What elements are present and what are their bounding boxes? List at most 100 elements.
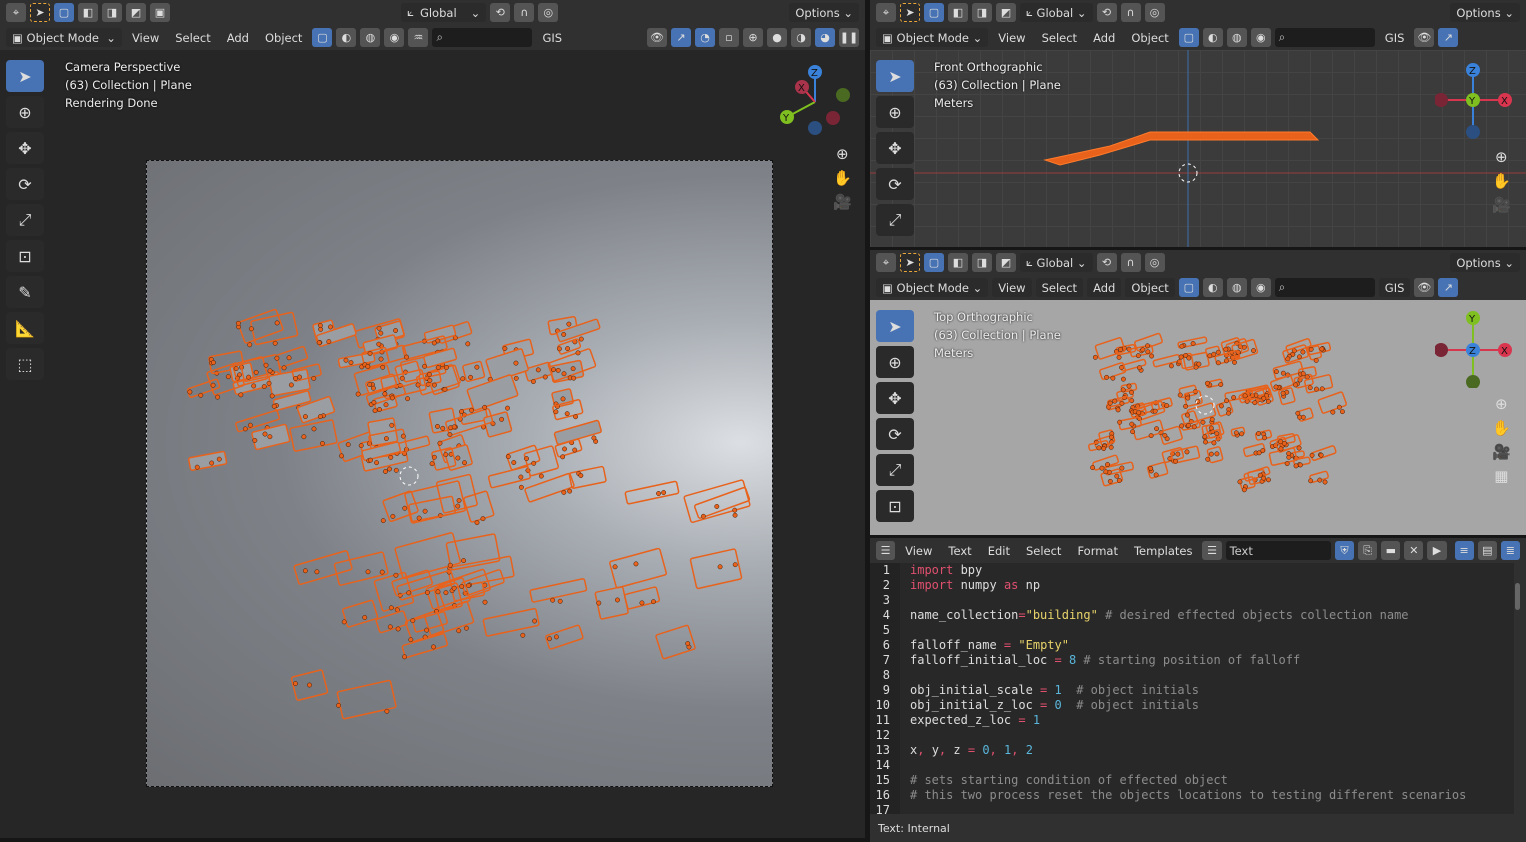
object-mode-icon[interactable]: ▢ bbox=[312, 28, 333, 47]
proportional-edit-icon[interactable]: ◎ bbox=[538, 3, 559, 22]
code-line[interactable]: 15 # sets starting condition of effected … bbox=[870, 773, 1514, 788]
select-mode-intersect-icon[interactable]: ▣ bbox=[150, 3, 170, 22]
sculpt-icon[interactable]: ◐ bbox=[1202, 28, 1223, 47]
code-editor[interactable]: 1 import bpy 2 import numpy as np 3 4 name_col… bbox=[870, 563, 1514, 824]
transform-orientation-dropdown[interactable]: ⟀ Global ⌄ bbox=[1020, 253, 1093, 272]
annotate-tool[interactable]: ✎ bbox=[6, 276, 44, 308]
search-input[interactable]: ⌕ bbox=[432, 28, 533, 47]
measure-tool[interactable]: 📐 bbox=[6, 312, 44, 344]
gis-menu[interactable]: GIS bbox=[1379, 28, 1411, 47]
run-script-icon[interactable]: ▶ bbox=[1427, 541, 1447, 560]
code-line[interactable]: 5 bbox=[870, 623, 1514, 638]
move-tool[interactable]: ✥ bbox=[876, 132, 914, 164]
text-browse-icon[interactable]: ☰ bbox=[1202, 541, 1222, 560]
menu-object[interactable]: Object bbox=[259, 28, 308, 47]
add-cube-tool[interactable]: ⬚ bbox=[6, 348, 44, 380]
text-name-field[interactable]: Text bbox=[1225, 541, 1331, 560]
move-tool[interactable]: ✥ bbox=[6, 132, 44, 164]
code-line[interactable]: 11 expected_z_loc = 1 bbox=[870, 713, 1514, 728]
rotate-tool[interactable]: ⟳ bbox=[876, 168, 914, 200]
select-mode-subtract-icon[interactable]: ◨ bbox=[102, 3, 122, 22]
camera-icon[interactable]: 🎥 bbox=[1492, 443, 1511, 461]
line-numbers-icon[interactable]: ≡ bbox=[1454, 541, 1474, 560]
mode-dropdown[interactable]: ▣ Object Mode ⌄ bbox=[876, 278, 989, 297]
menu-view[interactable]: View bbox=[899, 541, 938, 560]
code-line[interactable]: 2 import numpy as np bbox=[870, 578, 1514, 593]
options-button[interactable]: Options ⌄ bbox=[1450, 253, 1520, 272]
menu-view[interactable]: View bbox=[992, 278, 1032, 297]
xray-icon[interactable]: ▫ bbox=[719, 28, 739, 47]
sculpt-icon[interactable]: ◐ bbox=[336, 28, 357, 47]
gizmo-icon[interactable]: ↗ bbox=[1438, 28, 1459, 47]
word-wrap-icon[interactable]: ▤ bbox=[1477, 541, 1497, 560]
navigation-gizmo[interactable]: Y X Z bbox=[1435, 308, 1515, 388]
menu-format[interactable]: Format bbox=[1071, 541, 1124, 560]
select-mode-new-icon[interactable]: ▢ bbox=[54, 3, 74, 22]
globe-icon[interactable]: ◉ bbox=[384, 28, 405, 47]
mode-dropdown[interactable]: ▣ Object Mode ⌄ bbox=[876, 28, 989, 47]
scale-tool[interactable]: ⤢ bbox=[6, 204, 44, 236]
code-line[interactable]: 13 x, y, z = 0, 1, 2 bbox=[870, 743, 1514, 758]
proportional-edit-icon[interactable]: ◎ bbox=[1144, 253, 1165, 272]
material-shading-icon[interactable]: ◑ bbox=[791, 28, 811, 47]
pivot-icon[interactable]: ⟲ bbox=[1096, 253, 1117, 272]
transform-orientation-dropdown[interactable]: ⟀ Global ⌄ bbox=[401, 3, 487, 22]
navigation-gizmo[interactable]: Z X Y bbox=[775, 62, 855, 137]
open-folder-icon[interactable]: ▬ bbox=[1381, 541, 1401, 560]
select-tool-icon[interactable]: ➤ bbox=[30, 3, 50, 22]
camera-viewport[interactable]: Camera Perspective (63) Collection | Pla… bbox=[0, 50, 865, 838]
menu-view[interactable]: View bbox=[126, 28, 165, 47]
menu-templates[interactable]: Templates bbox=[1128, 541, 1198, 560]
select-tool-icon[interactable]: ➤ bbox=[900, 3, 920, 22]
mode-dropdown[interactable]: ▣ Object Mode ⌄ bbox=[6, 28, 122, 47]
options-button[interactable]: Options ⌄ bbox=[789, 3, 860, 22]
menu-object[interactable]: Object bbox=[1125, 28, 1174, 47]
search-input[interactable]: ⌕ bbox=[1274, 278, 1375, 297]
camera-icon[interactable]: 🎥 bbox=[1492, 196, 1511, 214]
select-mode-subtract-icon[interactable]: ◨ bbox=[972, 3, 992, 22]
scale-tool[interactable]: ⤢ bbox=[876, 204, 914, 236]
front-viewport[interactable]: Front Orthographic (63) Collection | Plan… bbox=[870, 50, 1526, 247]
select-mode-subtract-icon[interactable]: ◨ bbox=[972, 253, 992, 272]
sculpt-icon[interactable]: ◐ bbox=[1202, 278, 1223, 297]
editor-type-icon[interactable]: ☰ bbox=[876, 541, 896, 560]
code-line[interactable]: 12 bbox=[870, 728, 1514, 743]
select-box-tool[interactable]: ➤ bbox=[876, 60, 914, 92]
menu-select[interactable]: Select bbox=[169, 28, 216, 47]
paint-icon[interactable]: ◍ bbox=[1226, 28, 1247, 47]
code-line[interactable]: 3 bbox=[870, 593, 1514, 608]
overlay-icon[interactable]: ◔ bbox=[695, 28, 715, 47]
editor-type-icon[interactable]: ⌖ bbox=[876, 253, 896, 272]
select-mode-new-icon[interactable]: ▢ bbox=[924, 253, 944, 272]
select-mode-invert-icon[interactable]: ◩ bbox=[126, 3, 146, 22]
code-line[interactable]: 10 obj_initial_z_loc = 0 # object initial… bbox=[870, 698, 1514, 713]
select-mode-new-icon[interactable]: ▢ bbox=[924, 3, 944, 22]
editor-type-icon[interactable]: ⌖ bbox=[6, 3, 26, 22]
snap-icon[interactable]: ∩ bbox=[1120, 3, 1141, 22]
code-line[interactable]: 6 falloff_name = "Empty" bbox=[870, 638, 1514, 653]
top-viewport[interactable]: Top Orthographic (63) Collection | Plane M… bbox=[870, 300, 1526, 535]
object-mode-icon[interactable]: ▢ bbox=[1178, 278, 1199, 297]
rendered-shading-icon[interactable]: ◕ bbox=[815, 28, 835, 47]
navigation-gizmo[interactable]: Z X Y bbox=[1435, 60, 1515, 140]
cursor-tool[interactable]: ⊕ bbox=[876, 346, 914, 378]
menu-add[interactable]: Add bbox=[1087, 278, 1122, 297]
move-tool[interactable]: ✥ bbox=[876, 382, 914, 414]
code-line[interactable]: 8 bbox=[870, 668, 1514, 683]
visibility-icon[interactable]: 👁 bbox=[647, 28, 667, 47]
gis-menu[interactable]: GIS bbox=[1378, 278, 1411, 297]
select-mode-invert-icon[interactable]: ◩ bbox=[996, 253, 1016, 272]
camera-icon[interactable]: 🎥 bbox=[833, 193, 852, 211]
solid-shading-icon[interactable]: ● bbox=[767, 28, 787, 47]
pivot-icon[interactable]: ⟲ bbox=[1096, 3, 1117, 22]
menu-add[interactable]: Add bbox=[221, 28, 255, 47]
transform-orientation-dropdown[interactable]: ⟀ Global ⌄ bbox=[1020, 3, 1093, 22]
paint-icon[interactable]: ◍ bbox=[1226, 278, 1247, 297]
proportional-edit-icon[interactable]: ◎ bbox=[1144, 3, 1165, 22]
select-mode-extend-icon[interactable]: ◧ bbox=[948, 253, 968, 272]
transform-tool[interactable]: ⊡ bbox=[6, 240, 44, 272]
object-mode-icon[interactable]: ▢ bbox=[1178, 28, 1199, 47]
menu-view[interactable]: View bbox=[992, 28, 1031, 47]
pivot-icon[interactable]: ⟲ bbox=[490, 3, 511, 22]
zoom-icon[interactable]: ⊕ bbox=[836, 145, 849, 163]
